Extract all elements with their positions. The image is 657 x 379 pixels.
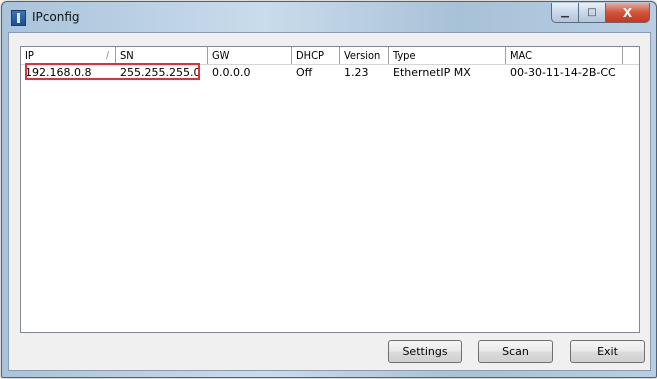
cell-version: 1.23 xyxy=(344,66,369,79)
device-list[interactable]: IP / SN GW DHCP Version Type MAC 192.168… xyxy=(20,46,640,333)
column-header-gw[interactable]: GW xyxy=(208,47,292,64)
exit-button[interactable]: Exit xyxy=(570,340,645,363)
cell-gw: 0.0.0.0 xyxy=(212,66,251,79)
column-header-ip[interactable]: IP / xyxy=(21,47,116,64)
column-header-type[interactable]: Type xyxy=(389,47,506,64)
maximize-button[interactable]: □ xyxy=(578,3,605,23)
title-bar[interactable]: IPconfig ▁ □ X xyxy=(2,2,656,32)
settings-button[interactable]: Settings xyxy=(388,340,462,363)
minimize-button[interactable]: ▁ xyxy=(551,3,578,23)
ipconfig-window: IPconfig ▁ □ X IP / SN GW DHCP Version T… xyxy=(1,1,657,378)
column-header-dhcp[interactable]: DHCP xyxy=(292,47,340,64)
sort-indicator-icon: / xyxy=(105,50,109,61)
window-title: IPconfig xyxy=(32,10,80,24)
close-icon: X xyxy=(622,5,633,20)
app-icon xyxy=(11,10,26,26)
column-header-version[interactable]: Version xyxy=(340,47,389,64)
cell-mac: 00-30-11-14-2B-CC xyxy=(510,66,616,79)
caption-buttons: ▁ □ X xyxy=(551,3,650,23)
column-header-mac[interactable]: MAC xyxy=(506,47,623,64)
highlight-box xyxy=(25,63,200,80)
minimize-icon: ▁ xyxy=(561,7,569,18)
close-button[interactable]: X xyxy=(605,3,650,23)
cell-dhcp: Off xyxy=(296,66,313,79)
column-header-sn[interactable]: SN xyxy=(116,47,208,64)
cell-type: EthernetIP MX xyxy=(393,66,471,79)
client-area: IP / SN GW DHCP Version Type MAC 192.168… xyxy=(8,32,651,371)
maximize-icon: □ xyxy=(587,7,597,18)
scan-button[interactable]: Scan xyxy=(478,340,553,363)
